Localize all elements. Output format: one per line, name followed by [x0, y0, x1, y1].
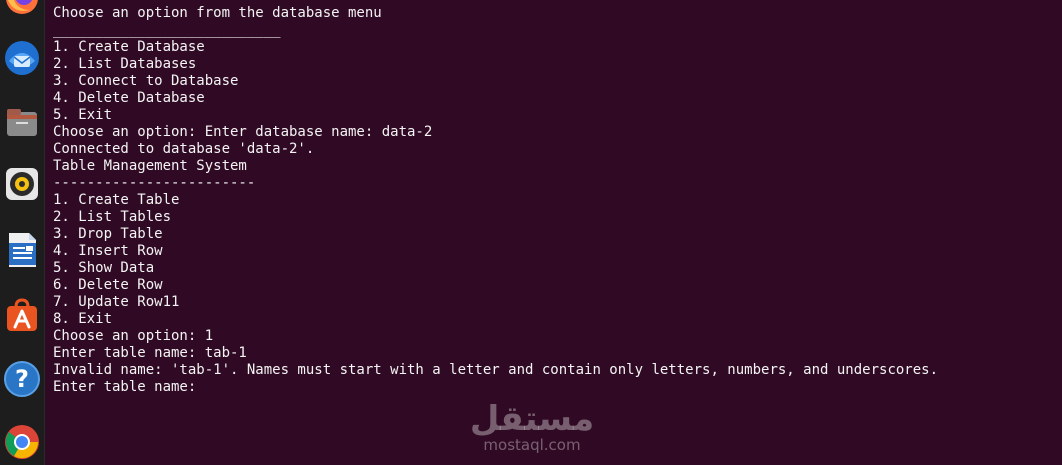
watermark: مستقل mostaql.com — [467, 401, 597, 453]
terminal-line: Choose an option: 1 — [53, 328, 214, 344]
dock-item-thunderbird[interactable] — [0, 34, 44, 86]
terminal-line: Enter table name: — [53, 379, 205, 395]
watermark-latin: mostaql.com — [483, 436, 581, 454]
chrome-icon — [3, 423, 41, 465]
terminal-line: 4. Insert Row — [53, 243, 163, 259]
terminal-line: 5. Show Data — [53, 260, 155, 276]
dock-item-rhythmbox[interactable] — [0, 160, 44, 212]
watermark-arabic: مستقل — [469, 399, 595, 439]
thunderbird-icon — [3, 39, 41, 82]
ubuntu-software-icon — [4, 297, 40, 338]
rhythmbox-icon — [4, 166, 40, 207]
terminal-line: 1. Create Database — [53, 39, 205, 55]
terminal-line: 3. Connect to Database — [53, 73, 239, 89]
terminal-line: Invalid name: 'tab-1'. Names must start … — [53, 362, 939, 378]
terminal-line: 2. List Tables — [53, 209, 172, 225]
terminal-line: Connected to database 'data-2'. — [53, 141, 315, 157]
firefox-icon — [4, 0, 40, 21]
dock-item-firefox[interactable] — [0, 0, 44, 26]
terminal-line: 6. Delete Row — [53, 277, 163, 293]
terminal-line: ------------------------ — [53, 175, 256, 191]
help-icon: ? — [3, 360, 41, 403]
terminal-line: 8. Exit — [53, 311, 113, 327]
terminal-line: 2. List Databases — [53, 56, 197, 72]
dock-item-chrome[interactable] — [0, 418, 44, 465]
terminal-line: 3. Drop Table — [53, 226, 163, 242]
dock-item-ubuntu-software[interactable] — [0, 291, 44, 343]
screen: ? Choose an option from the database men… — [0, 0, 1062, 465]
libreoffice-writer-icon — [5, 231, 39, 274]
files-icon — [4, 104, 40, 145]
terminal-output: Choose an option from the database menu _… — [53, 5, 938, 396]
dock-item-files[interactable] — [0, 98, 44, 150]
terminal-line: 1. Create Table — [53, 192, 180, 208]
ubuntu-dock: ? — [0, 0, 45, 465]
terminal-line: 7. Update Row11 — [53, 294, 180, 310]
dock-item-libreoffice-writer[interactable] — [0, 226, 44, 278]
terminal-line: Table Management System — [53, 158, 247, 174]
terminal-line: Choose an option: Enter database name: d… — [53, 124, 433, 140]
svg-text:?: ? — [15, 365, 29, 393]
terminal-line: 5. Exit — [53, 107, 113, 123]
dock-item-help[interactable]: ? — [0, 355, 44, 407]
terminal-line: Choose an option from the database menu — [53, 5, 382, 21]
terminal-line: 4. Delete Database — [53, 90, 205, 106]
terminal-window[interactable]: Choose an option from the database menu _… — [45, 0, 1062, 465]
terminal-line: ___________________________ — [53, 22, 281, 38]
terminal-line: Enter table name: tab-1 — [53, 345, 247, 361]
